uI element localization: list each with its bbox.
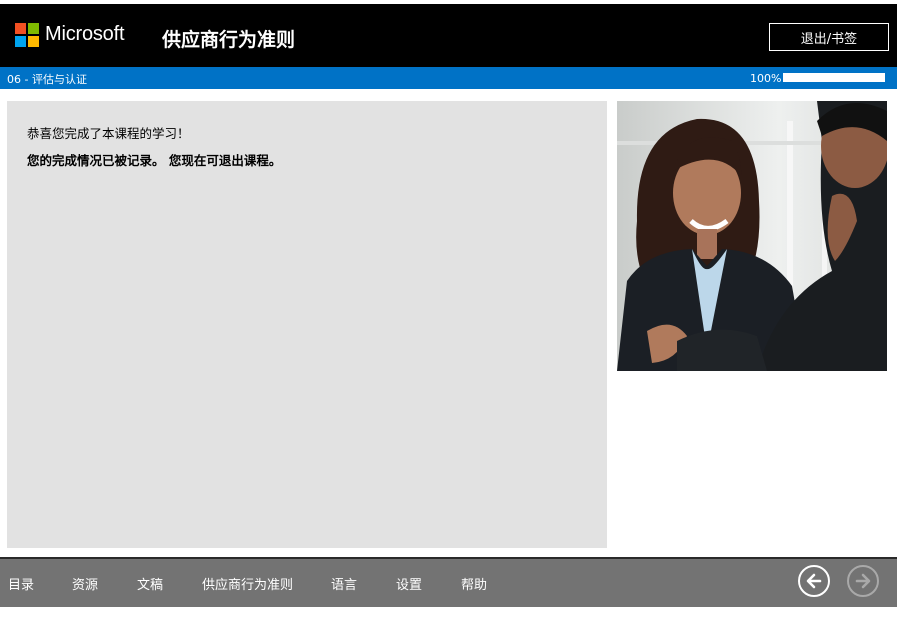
nav-help[interactable]: 帮助	[461, 574, 487, 593]
nav-settings[interactable]: 设置	[396, 574, 422, 593]
nav-transcript[interactable]: 文稿	[137, 574, 163, 593]
next-button[interactable]	[847, 565, 879, 597]
completion-message: 您的完成情况已被记录。 您现在可退出课程。	[27, 153, 282, 168]
nav-resources[interactable]: 资源	[72, 574, 98, 593]
header-bar: Microsoft 供应商行为准则 退出/书签	[0, 4, 897, 67]
brand-name: Microsoft	[45, 23, 125, 45]
arrow-left-icon	[806, 573, 822, 589]
nav-code-of-conduct[interactable]: 供应商行为准则	[202, 574, 293, 593]
footer-nav: 目录 资源 文稿 供应商行为准则 语言 设置 帮助	[0, 557, 897, 607]
nav-language[interactable]: 语言	[331, 574, 357, 593]
exit-bookmark-button[interactable]: 退出/书签	[769, 23, 889, 51]
arrow-right-icon	[855, 573, 871, 589]
progress-fill	[783, 73, 885, 82]
course-title: 供应商行为准则	[162, 29, 296, 51]
microsoft-logo-icon	[15, 23, 39, 47]
content-panel: 恭喜您完成了本课程的学习！ 您的完成情况已被记录。 您现在可退出课程。	[7, 101, 607, 548]
progress-bar	[783, 73, 885, 82]
congratulations-message: 恭喜您完成了本课程的学习！	[27, 126, 190, 141]
progress-percent: 100%	[750, 72, 782, 85]
nav-table-of-contents[interactable]: 目录	[8, 574, 34, 593]
course-photo	[617, 101, 887, 371]
back-button[interactable]	[798, 565, 830, 597]
section-label: 06 - 评估与认证	[7, 73, 87, 86]
status-bar: 06 - 评估与认证 100%	[0, 67, 897, 89]
